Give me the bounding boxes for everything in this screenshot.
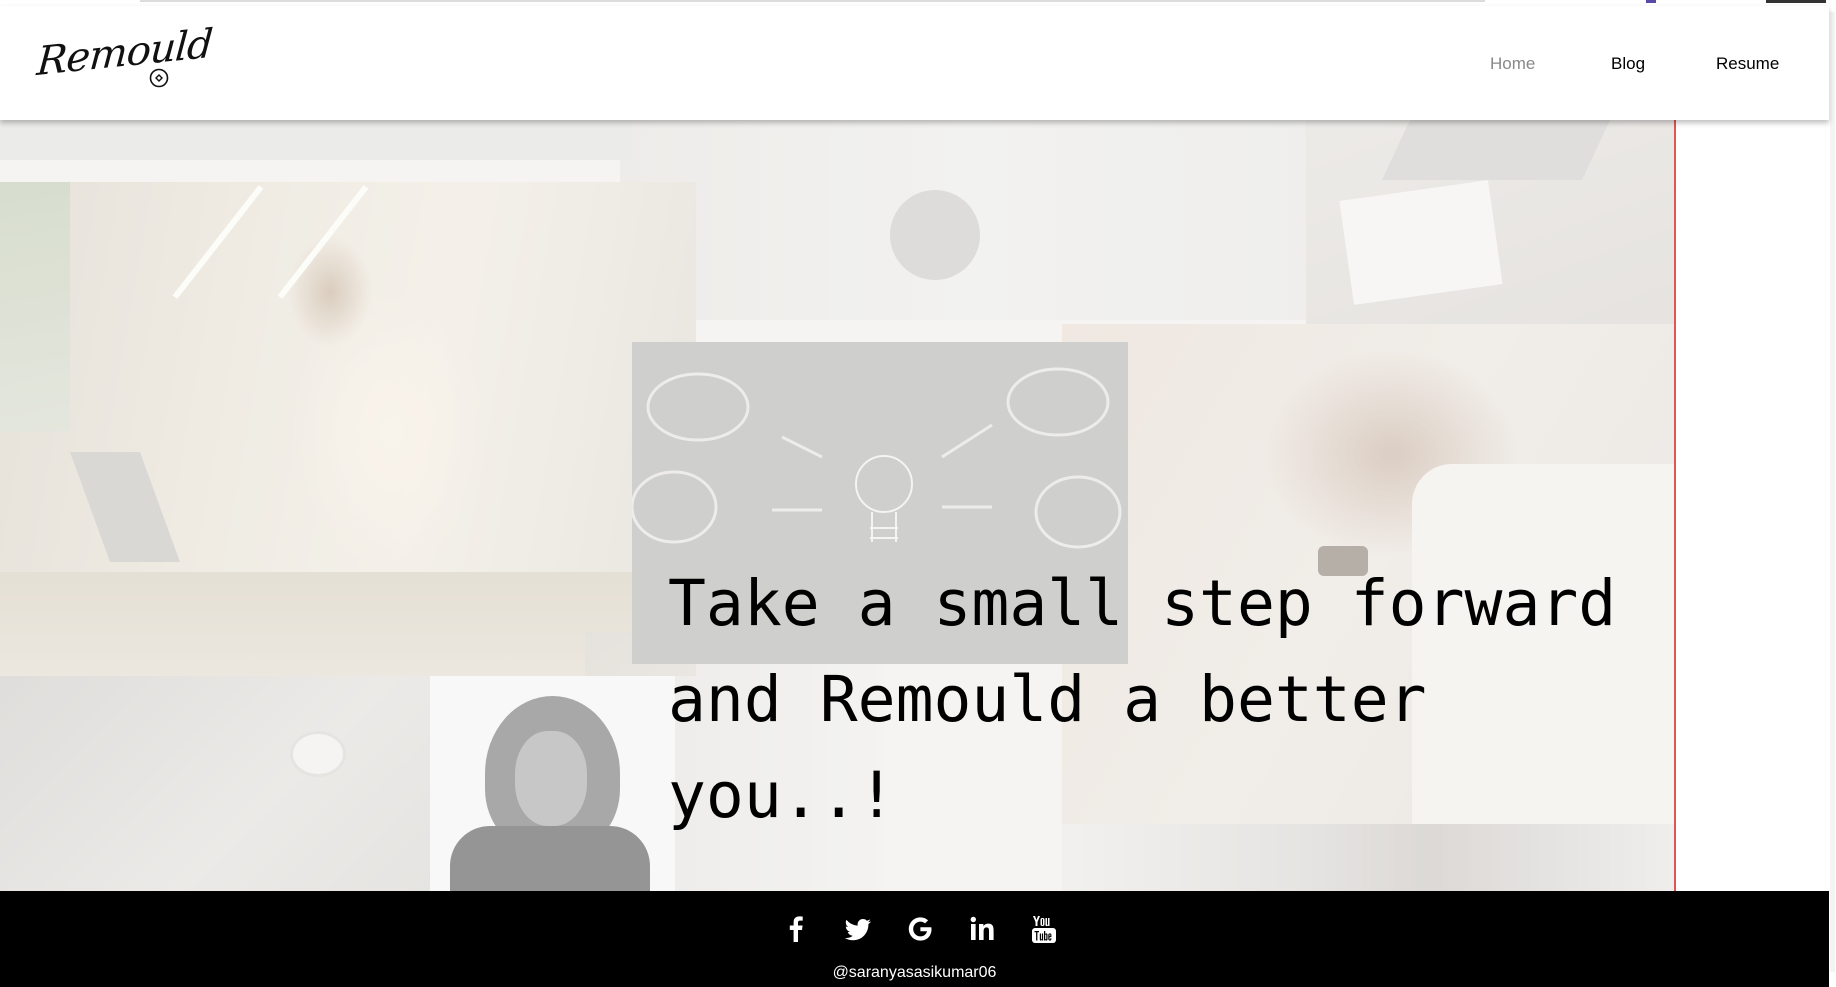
linkedin-icon[interactable]	[962, 909, 1002, 949]
nav-item-home[interactable]: Home	[1490, 54, 1535, 74]
top-strip-indicator	[1646, 0, 1656, 3]
nav-item-resume[interactable]: Resume	[1716, 54, 1779, 74]
logo[interactable]: Remould	[35, 20, 214, 90]
nav-item-blog[interactable]: Blog	[1611, 54, 1645, 74]
footer: @saranyasasikumar06	[0, 891, 1829, 987]
google-icon[interactable]	[900, 909, 940, 949]
hero-headline: Take a small step forward and Remould a …	[668, 567, 1617, 832]
twitter-icon[interactable]	[838, 909, 878, 949]
hero-section: Take a small step forward and Remould a …	[0, 120, 1676, 891]
youtube-icon[interactable]	[1024, 909, 1064, 949]
scrollbar[interactable]	[1829, 0, 1836, 987]
scrollbar-thumb[interactable]	[1830, 12, 1835, 972]
top-strip-pill	[1766, 0, 1826, 3]
footer-handle[interactable]: @saranyasasikumar06	[0, 964, 1829, 982]
top-strip-line	[140, 0, 1485, 2]
logo-mark-icon	[149, 68, 169, 88]
facebook-icon[interactable]	[776, 909, 816, 949]
navbar: Remould Home Blog Resume	[0, 6, 1829, 120]
logo-text: Remould	[35, 21, 214, 85]
